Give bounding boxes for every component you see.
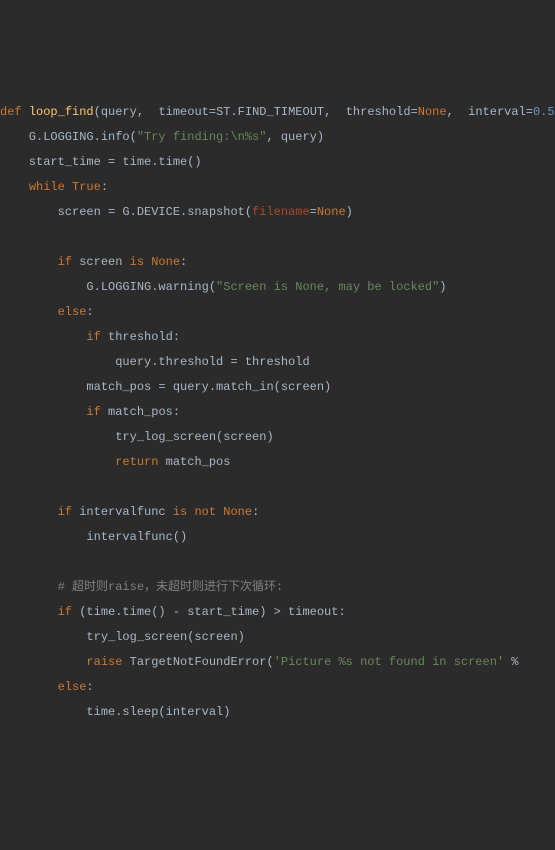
line-13: if match_pos: (0, 405, 180, 419)
txt: % (504, 655, 518, 669)
kw-if: if (58, 255, 72, 269)
line-12: match_pos = query.match_in(screen) (0, 380, 331, 394)
txt: TargetNotFoundError( (122, 655, 273, 669)
line-2: G.LOGGING.info("Try finding:\n%s", query… (0, 130, 324, 144)
none: None (418, 105, 447, 119)
line-8: G.LOGGING.warning("Screen is None, may b… (0, 280, 447, 294)
kw-is-not: is not (173, 505, 216, 519)
string: "Screen is None, may be locked" (216, 280, 439, 294)
kw-if: if (58, 605, 72, 619)
string: 'Picture %s not found in screen' (274, 655, 504, 669)
indent (0, 680, 58, 694)
param-timeout: timeout (158, 105, 208, 119)
colon: : (86, 305, 93, 319)
line-22: try_log_screen(screen) (0, 630, 245, 644)
param-timeout-val: ST.FIND_TIMEOUT (216, 105, 324, 119)
kw-raise: raise (86, 655, 122, 669)
num: 0.5 (533, 105, 555, 119)
kw-def: def (0, 105, 22, 119)
indent (0, 405, 86, 419)
line-18: intervalfunc() (0, 530, 187, 544)
code-editor: def loop_find(query, timeout=ST.FIND_TIM… (0, 100, 555, 725)
blank (0, 230, 7, 244)
txt: , query) (266, 130, 324, 144)
txt: match_pos: (101, 405, 180, 419)
txt: match_pos (158, 455, 230, 469)
comma: , (137, 105, 159, 119)
line-10: if threshold: (0, 330, 180, 344)
line-17: if intervalfunc is not None: (0, 505, 259, 519)
colon: : (101, 180, 108, 194)
true: True (72, 180, 101, 194)
line-23: raise TargetNotFoundError('Picture %s no… (0, 655, 519, 669)
kw-is: is (130, 255, 144, 269)
indent (0, 255, 58, 269)
colon: : (252, 505, 259, 519)
comment: # 超时则raise，未超时则进行下次循环: (58, 580, 284, 594)
line-9: else: (0, 305, 94, 319)
indent (0, 455, 115, 469)
line-14: try_log_screen(screen) (0, 430, 274, 444)
paren: ( (94, 105, 101, 119)
indent (0, 180, 29, 194)
param-interval: interval (468, 105, 526, 119)
none: None (223, 505, 252, 519)
line-3: start_time = time.time() (0, 155, 202, 169)
txt: threshold: (101, 330, 180, 344)
indent (0, 305, 58, 319)
kw-while: while (29, 180, 65, 194)
line-1: def loop_find(query, timeout=ST.FIND_TIM… (0, 105, 555, 119)
txt: G.LOGGING.info( (0, 130, 137, 144)
named-arg: filename (252, 205, 310, 219)
line-5: screen = G.DEVICE.snapshot(filename=None… (0, 205, 353, 219)
string: "Try finding:\n%s" (137, 130, 267, 144)
kw-if: if (58, 505, 72, 519)
param-query: query (101, 105, 137, 119)
sp (65, 180, 72, 194)
line-25: time.sleep(interval) (0, 705, 230, 719)
line-11: query.threshold = threshold (0, 355, 310, 369)
colon: : (180, 255, 187, 269)
txt: G.LOGGING.warning( (0, 280, 216, 294)
eq: = (526, 105, 533, 119)
txt: intervalfunc (72, 505, 173, 519)
kw-else: else (58, 305, 87, 319)
line-15: return match_pos (0, 455, 230, 469)
indent (0, 505, 58, 519)
colon: : (86, 680, 93, 694)
txt: screen = G.DEVICE.snapshot( (0, 205, 252, 219)
line-21: if (time.time() - start_time) > timeout: (0, 605, 346, 619)
blank (0, 480, 7, 494)
param-threshold: threshold (346, 105, 411, 119)
indent (0, 580, 58, 594)
comma: , (447, 105, 469, 119)
indent (0, 655, 86, 669)
line-4: while True: (0, 180, 108, 194)
fn-name: loop_find (29, 105, 94, 119)
none: None (151, 255, 180, 269)
indent (0, 330, 86, 344)
rp: ) (439, 280, 446, 294)
eq: = (310, 205, 317, 219)
rp: ) (346, 205, 353, 219)
indent (0, 605, 58, 619)
eq: = (209, 105, 216, 119)
comma: , (324, 105, 346, 119)
txt: (time.time() - start_time) > timeout: (72, 605, 346, 619)
kw-else: else (58, 680, 87, 694)
kw-return: return (115, 455, 158, 469)
eq: = (411, 105, 418, 119)
line-7: if screen is None: (0, 255, 187, 269)
line-20: # 超时则raise，未超时则进行下次循环: (0, 580, 283, 594)
txt: screen (72, 255, 130, 269)
none: None (317, 205, 346, 219)
blank (0, 555, 7, 569)
kw-if: if (86, 405, 100, 419)
kw-if: if (86, 330, 100, 344)
line-24: else: (0, 680, 94, 694)
